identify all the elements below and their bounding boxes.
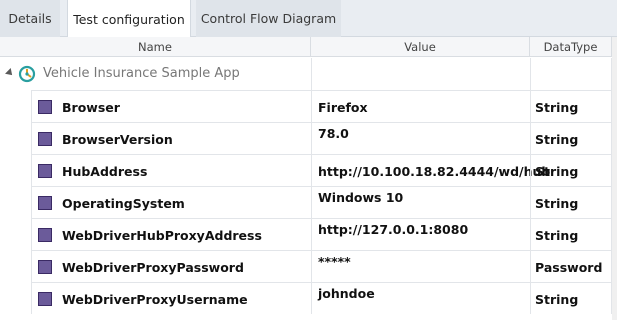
parameter-row[interactable]: WebDriverProxyPassword ***** Password xyxy=(0,250,617,282)
parameter-value-cell[interactable]: http://10.100.18.82.4444/wd/hub xyxy=(311,154,550,186)
parameter-value-cell[interactable]: Firefox xyxy=(311,90,530,122)
parameter-value-cell[interactable]: Windows 10 xyxy=(311,186,530,218)
app-icon xyxy=(18,65,36,83)
parameter-type-cell[interactable]: String xyxy=(530,282,612,314)
parameter-name: Browser xyxy=(62,100,120,115)
parameter-grid: Vehicle Insurance Sample App Browser Fir… xyxy=(0,58,617,314)
parameter-datatype: String xyxy=(535,292,579,307)
parameter-value: 78.0 xyxy=(318,126,349,141)
parameter-type-cell[interactable]: String xyxy=(530,122,612,154)
parameter-value: ***** xyxy=(318,254,351,269)
tree-root-row[interactable]: Vehicle Insurance Sample App xyxy=(0,58,617,90)
parameter-icon xyxy=(38,260,52,274)
parameter-row[interactable]: OperatingSystem Windows 10 String xyxy=(0,186,617,218)
parameter-datatype: String xyxy=(535,164,579,179)
column-header-name[interactable]: Name xyxy=(0,37,311,57)
parameter-type-cell[interactable]: Password xyxy=(530,250,612,282)
root-type-cell xyxy=(530,58,612,90)
parameter-name-cell: BrowserVersion xyxy=(31,122,311,154)
parameter-value: Firefox xyxy=(318,100,368,115)
parameter-datatype: String xyxy=(535,132,579,147)
tab-control-flow-diagram[interactable]: Control Flow Diagram xyxy=(196,0,341,37)
parameter-icon xyxy=(38,228,52,242)
parameter-value: Windows 10 xyxy=(318,190,404,205)
root-name-cell: Vehicle Insurance Sample App xyxy=(0,58,311,90)
parameter-datatype: String xyxy=(535,100,579,115)
parameter-name-cell: WebDriverProxyUsername xyxy=(31,282,311,314)
parameter-value-cell[interactable]: http://127.0.0.1:8080 xyxy=(311,218,530,250)
parameter-name: WebDriverHubProxyAddress xyxy=(62,228,262,243)
parameter-name-cell: WebDriverHubProxyAddress xyxy=(31,218,311,250)
tab-details[interactable]: Details xyxy=(0,0,60,37)
parameter-value-cell[interactable]: 78.0 xyxy=(311,122,530,154)
parameter-icon xyxy=(38,196,52,210)
parameter-type-cell[interactable]: String xyxy=(530,90,612,122)
parameter-name-cell: OperatingSystem xyxy=(31,186,311,218)
tab-strip: Details Test configuration Control Flow … xyxy=(0,0,617,38)
parameter-datatype: String xyxy=(535,196,579,211)
parameter-type-cell[interactable]: String xyxy=(530,154,612,186)
parameter-name: WebDriverProxyPassword xyxy=(62,260,244,275)
parameter-value: http://10.100.18.82.4444/wd/hub xyxy=(318,164,551,179)
parameter-name: OperatingSystem xyxy=(62,196,185,211)
column-header-value[interactable]: Value xyxy=(311,37,530,57)
expand-triangle-icon[interactable] xyxy=(5,68,15,78)
parameter-name-cell: Browser xyxy=(31,90,311,122)
parameter-row[interactable]: BrowserVersion 78.0 String xyxy=(0,122,617,154)
parameter-datatype: String xyxy=(535,228,579,243)
parameter-name: HubAddress xyxy=(62,164,148,179)
parameter-value: http://127.0.0.1:8080 xyxy=(318,222,469,237)
parameter-icon xyxy=(38,164,52,178)
tab-test-configuration[interactable]: Test configuration xyxy=(67,0,191,38)
parameter-value-cell[interactable]: ***** xyxy=(311,250,530,282)
parameter-name: BrowserVersion xyxy=(62,132,173,147)
parameter-name: WebDriverProxyUsername xyxy=(62,292,248,307)
parameter-icon xyxy=(38,132,52,146)
parameter-icon xyxy=(38,100,52,114)
column-header-datatype[interactable]: DataType xyxy=(530,37,612,57)
parameter-type-cell[interactable]: String xyxy=(530,218,612,250)
parameter-icon xyxy=(38,292,52,306)
parameter-datatype: Password xyxy=(535,260,603,275)
parameter-row[interactable]: Browser Firefox String xyxy=(0,90,617,122)
parameter-value-cell[interactable]: johndoe xyxy=(311,282,530,314)
parameter-row[interactable]: WebDriverHubProxyAddress http://127.0.0.… xyxy=(0,218,617,250)
vertical-scrollbar[interactable] xyxy=(612,37,617,320)
parameter-name-cell: WebDriverProxyPassword xyxy=(31,250,311,282)
parameter-name-cell: HubAddress xyxy=(31,154,311,186)
parameter-value: johndoe xyxy=(318,286,375,301)
parameter-row[interactable]: HubAddress http://10.100.18.82.4444/wd/h… xyxy=(0,154,617,186)
parameter-type-cell[interactable]: String xyxy=(530,186,612,218)
root-label: Vehicle Insurance Sample App xyxy=(43,66,240,81)
root-value-cell xyxy=(311,58,530,90)
parameter-row[interactable]: WebDriverProxyUsername johndoe String xyxy=(0,282,617,314)
